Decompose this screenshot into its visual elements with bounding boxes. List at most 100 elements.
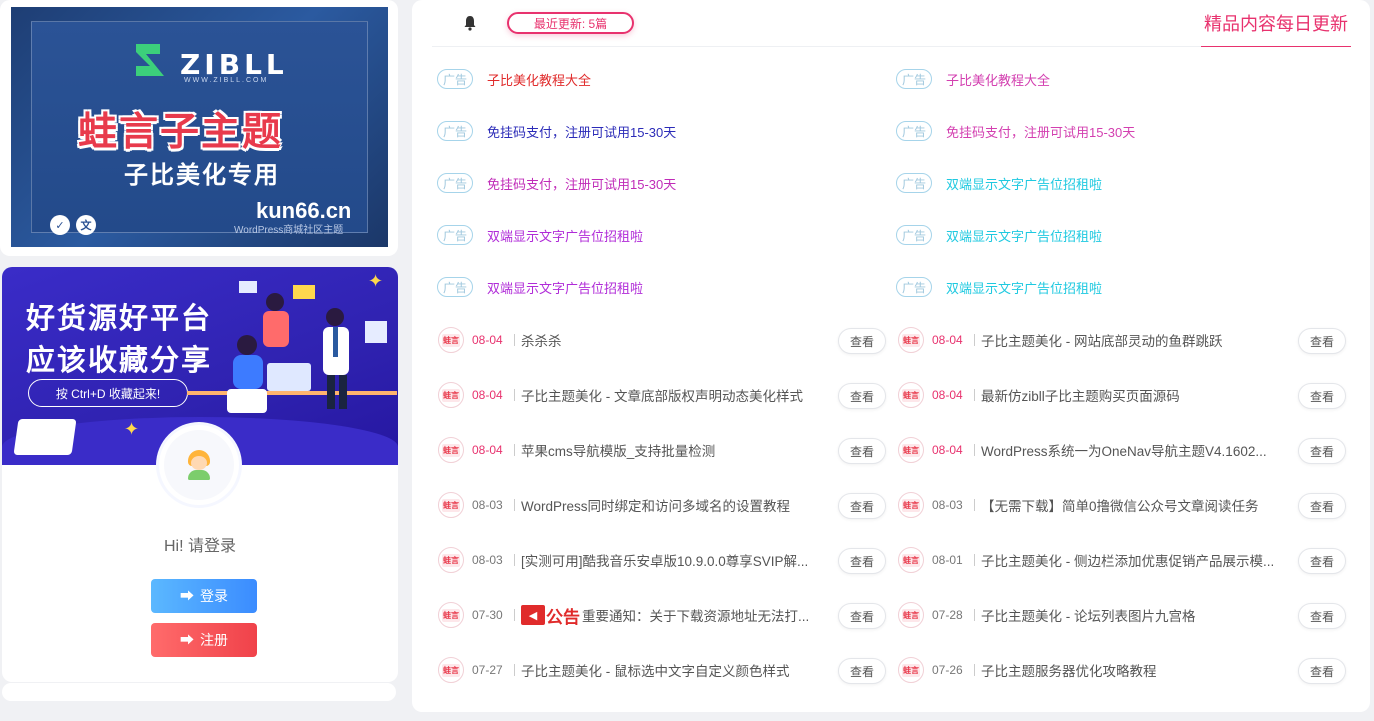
megaphone-icon: ◀ [521,605,545,625]
view-button[interactable]: 查看 [838,493,886,519]
ad-link[interactable]: 子比美化教程大全 [946,70,1050,89]
ad-link[interactable]: 免挂码支付，注册可试用15-30天 [487,174,676,193]
login-button[interactable]: ⮕ 登录 [151,579,257,613]
post-item-right-6[interactable]: 蛙言 07-26 子比主题服务器优化攻略教程 [898,657,1286,683]
ad-link[interactable]: 免挂码支付，注册可试用15-30天 [487,122,676,141]
post-title-link[interactable]: 子比主题美化 - 网站底部灵动的鱼群跳跃 [981,330,1223,350]
post-date: 08-04 [472,333,503,347]
ad-link[interactable]: 双端显示文字广告位招租啦 [487,278,643,297]
ad-tag-badge: 广告 [896,121,932,141]
site-logo-icon: 蛙言 [438,327,464,353]
updates-header: 最近更新: 5篇 精品内容每日更新 [432,0,1351,47]
view-button[interactable]: 查看 [838,383,886,409]
post-date: 08-03 [472,553,503,567]
post-date: 08-04 [932,443,963,457]
post-title-link[interactable]: 苹果cms导航模版_支持批量检测 [521,440,715,460]
text-ad-right-2[interactable]: 广告 双端显示文字广告位招租啦 [896,172,1102,194]
view-button[interactable]: 查看 [1298,438,1346,464]
text-ad-left-2[interactable]: 广告 免挂码支付，注册可试用15-30天 [437,172,676,194]
view-button[interactable]: 查看 [1298,328,1346,354]
avatar[interactable] [159,425,239,505]
zibll-logo-icon [136,44,164,76]
view-button[interactable]: 查看 [1298,603,1346,629]
sign-in-icon: ⮕ [180,588,194,604]
ad-link[interactable]: 子比美化教程大全 [487,70,591,89]
post-item-left-3[interactable]: 蛙言 08-03 WordPress同时绑定和访问多域名的设置教程 [438,492,826,518]
divider [514,609,515,621]
translate-icon: 文 [76,215,96,235]
post-title-link[interactable]: 子比主题美化 - 鼠标选中文字自定义颜色样式 [521,660,790,680]
bell-icon [464,16,476,31]
view-button[interactable]: 查看 [838,438,886,464]
post-title-link[interactable]: 子比主题服务器优化攻略教程 [981,660,1157,680]
divider [974,499,975,511]
view-button[interactable]: 查看 [1298,658,1346,684]
post-title-link[interactable]: 子比主题美化 - 文章底部版权声明动态美化样式 [521,385,803,405]
post-item-right-3[interactable]: 蛙言 08-03 【无需下载】简单0撸微信公众号文章阅读任务 [898,492,1286,518]
text-ad-right-1[interactable]: 广告 免挂码支付，注册可试用15-30天 [896,120,1135,142]
view-button[interactable]: 查看 [1298,383,1346,409]
divider [514,334,515,346]
post-item-left-1[interactable]: 蛙言 08-04 子比主题美化 - 文章底部版权声明动态美化样式 [438,382,826,408]
promo-bookmark-pill: 按 Ctrl+D 收藏起来! [28,379,188,407]
daily-updates-tab[interactable]: 精品内容每日更新 [1201,10,1351,47]
post-item-left-6[interactable]: 蛙言 07-27 子比主题美化 - 鼠标选中文字自定义颜色样式 [438,657,826,683]
post-title-link[interactable]: 子比主题美化 - 论坛列表图片九宫格 [981,605,1196,625]
text-ad-left-0[interactable]: 广告 子比美化教程大全 [437,68,591,90]
announcement-label: 公告 [546,607,580,627]
post-item-left-5[interactable]: 蛙言 07-30 ◀ 公告 重要通知：关于下载资源地址无法打... [438,602,826,628]
post-item-left-0[interactable]: 蛙言 08-04 杀杀杀 [438,327,826,353]
text-ad-left-4[interactable]: 广告 双端显示文字广告位招租啦 [437,276,643,298]
post-title-link[interactable]: 子比主题美化 - 侧边栏添加优惠促销产品展示模... [981,550,1274,570]
view-button[interactable]: 查看 [838,328,886,354]
view-button[interactable]: 查看 [838,658,886,684]
banner-title: 蛙言子主题 [78,111,284,154]
text-ad-right-3[interactable]: 广告 双端显示文字广告位招租啦 [896,224,1102,246]
post-title-link[interactable]: 【无需下载】简单0撸微信公众号文章阅读任务 [981,495,1259,515]
view-button[interactable]: 查看 [838,548,886,574]
wechat-icon: ✓ [50,215,70,235]
site-logo-icon: 蛙言 [438,602,464,628]
text-ad-left-3[interactable]: 广告 双端显示文字广告位招租啦 [437,224,643,246]
recent-updates-badge[interactable]: 最近更新: 5篇 [507,12,634,34]
ad-link[interactable]: 双端显示文字广告位招租啦 [487,226,643,245]
banner-footer-text: WordPress商城社区主题 [234,225,344,236]
promo-title-line1: 好货源好平台 [26,303,213,335]
ad-link[interactable]: 双端显示文字广告位招租啦 [946,278,1102,297]
divider [514,499,515,511]
site-logo-icon: 蛙言 [898,547,924,573]
view-button[interactable]: 查看 [838,603,886,629]
divider [974,389,975,401]
post-item-right-1[interactable]: 蛙言 08-04 最新仿zibll子比主题购买页面源码 [898,382,1286,408]
ad-link[interactable]: 双端显示文字广告位招租啦 [946,226,1102,245]
ad-tag-badge: 广告 [437,277,473,297]
divider [514,664,515,676]
view-button[interactable]: 查看 [1298,493,1346,519]
text-ad-right-4[interactable]: 广告 双端显示文字广告位招租啦 [896,276,1102,298]
post-item-right-2[interactable]: 蛙言 08-04 WordPress系统一为OneNav导航主题V4.1602... [898,437,1286,463]
post-item-left-4[interactable]: 蛙言 08-03 [实测可用]酷我音乐安卓版10.9.0.0尊享SVIP解... [438,547,826,573]
ad-link[interactable]: 免挂码支付，注册可试用15-30天 [946,122,1135,141]
theme-banner-image[interactable]: ZIBLL WWW.ZIBLL.COM 蛙言子主题 子比美化专用 kun66.c… [11,7,388,247]
banner-subtitle: 子比美化专用 [124,162,280,189]
post-date: 08-04 [932,333,963,347]
post-title-link[interactable]: 杀杀杀 [521,330,562,350]
sidebar-card-partial [2,683,396,701]
view-button[interactable]: 查看 [1298,548,1346,574]
post-title-link[interactable]: 最新仿zibll子比主题购买页面源码 [981,385,1180,405]
text-ad-right-0[interactable]: 广告 子比美化教程大全 [896,68,1050,90]
post-title-link[interactable]: 重要通知：关于下载资源地址无法打... [582,605,809,625]
post-item-right-5[interactable]: 蛙言 07-28 子比主题美化 - 论坛列表图片九宫格 [898,602,1286,628]
ad-link[interactable]: 双端显示文字广告位招租啦 [946,174,1102,193]
site-logo-icon: 蛙言 [898,437,924,463]
post-item-left-2[interactable]: 蛙言 08-04 苹果cms导航模版_支持批量检测 [438,437,826,463]
post-title-link[interactable]: [实测可用]酷我音乐安卓版10.9.0.0尊享SVIP解... [521,550,808,570]
post-item-right-4[interactable]: 蛙言 08-01 子比主题美化 - 侧边栏添加优惠促销产品展示模... [898,547,1286,573]
post-title-link[interactable]: WordPress同时绑定和访问多域名的设置教程 [521,495,790,515]
register-button[interactable]: ⮕ 注册 [151,623,257,657]
announcement-badge: ◀ 公告 [521,603,580,628]
text-ad-left-1[interactable]: 广告 免挂码支付，注册可试用15-30天 [437,120,676,142]
people-illustration-icon [227,281,387,413]
post-item-right-0[interactable]: 蛙言 08-04 子比主题美化 - 网站底部灵动的鱼群跳跃 [898,327,1286,353]
post-title-link[interactable]: WordPress系统一为OneNav导航主题V4.1602... [981,440,1267,460]
